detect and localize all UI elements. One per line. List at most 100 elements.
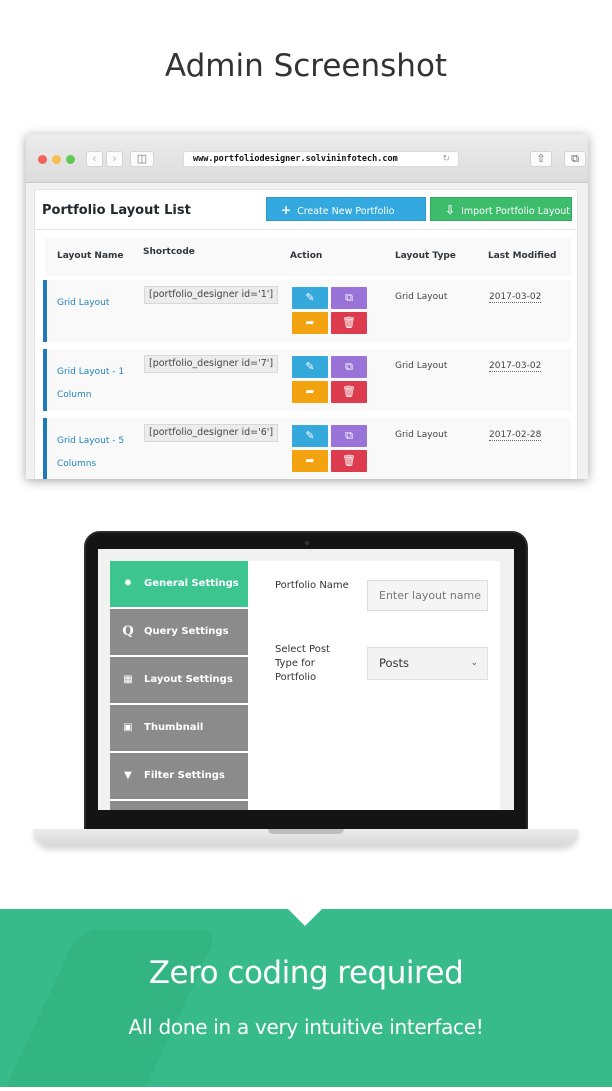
portfolio-name-label: Portfolio Name (275, 580, 349, 591)
duplicate-icon: ⧉ (345, 430, 353, 442)
edit-button[interactable]: ✎ (292, 425, 328, 447)
url-text: www.portfoliodesigner.solvininfotech.com (193, 154, 398, 164)
table-row: Grid Layout - 1 Column [portfolio_design… (43, 349, 571, 411)
layout-name-link[interactable]: Grid Layout (57, 292, 137, 315)
import-layout-button[interactable]: ⇩ Import Portfolio Layout (430, 197, 572, 221)
layout-name-line1: Grid Layout (57, 298, 110, 308)
post-type-value: Posts (379, 656, 410, 670)
duplicate-icon: ⧉ (345, 361, 353, 373)
sidebar-item-label: Layout Settings (144, 674, 233, 685)
share-button[interactable]: ⇧ (530, 151, 552, 167)
shortcode-field[interactable]: [portfolio_designer id='6'] (144, 424, 279, 442)
layout-name-line1: Grid Layout - 1 (57, 367, 125, 377)
maximize-window-button[interactable] (66, 155, 75, 164)
close-window-button[interactable] (38, 155, 47, 164)
export-button[interactable]: ➦ (292, 450, 328, 472)
duplicate-button[interactable]: ⧉ (331, 287, 367, 309)
brush-stroke-decoration (0, 929, 220, 1087)
share-icon: ⇧ (536, 153, 546, 165)
url-bar[interactable]: www.portfoliodesigner.solvininfotech.com… (183, 151, 459, 167)
layout-name-line1: Grid Layout - 5 (57, 436, 125, 446)
edit-button[interactable]: ✎ (292, 287, 328, 309)
reload-icon[interactable]: ↻ (442, 152, 450, 166)
create-layout-button[interactable]: + Create New Portfolio Layout (266, 197, 426, 241)
pencil-icon: ✎ (305, 292, 315, 304)
post-type-select[interactable]: Posts ⌄ (367, 647, 488, 680)
feature-banner: Zero coding required All done in a very … (0, 909, 612, 1087)
pencil-icon: ✎ (305, 361, 315, 373)
duplicate-icon: ⧉ (345, 292, 353, 304)
duplicate-button[interactable]: ⧉ (331, 425, 367, 447)
sidebar-item-label: Query Settings (144, 626, 229, 637)
minimize-window-button[interactable] (52, 155, 61, 164)
sidebar-toggle-button[interactable]: ◫ (130, 151, 154, 167)
trash-icon: 🗑 (342, 386, 356, 398)
export-icon: ➦ (305, 317, 315, 329)
column-header-layout-name[interactable]: Layout Name (57, 251, 124, 261)
back-button[interactable]: ‹ (86, 151, 103, 167)
chevron-down-icon: ⌄ (470, 658, 478, 668)
banner-subtitle: All done in a very intuitive interface! (128, 1015, 484, 1039)
delete-button[interactable]: 🗑 (331, 312, 367, 334)
banner-pointer (288, 909, 322, 926)
last-modified: 2017-03-02 (489, 361, 542, 372)
sidebar-item-thumbnail-settings[interactable]: ▣ Thumbnail Settings (110, 705, 248, 779)
create-layout-label: Create New Portfolio Layout (281, 206, 395, 241)
sidebar-item-general-settings[interactable]: ✹ General Settings (110, 561, 248, 607)
grid-icon: ▦ (123, 674, 133, 685)
trash-icon: 🗑 (342, 455, 356, 467)
layout-type: Grid Layout (395, 361, 448, 371)
settings-page: ✹ General Settings Q Query Settings ▦ La… (110, 561, 500, 810)
column-header-layout-type[interactable]: Layout Type (395, 251, 456, 261)
portfolio-name-input[interactable]: Enter layout name (367, 580, 488, 611)
shortcode-field[interactable]: [portfolio_designer id='1'] (144, 286, 279, 304)
layout-name-line2: Column (57, 390, 92, 400)
laptop-notch (268, 829, 344, 834)
filter-icon: ▼ (124, 770, 132, 781)
export-icon: ➦ (305, 386, 315, 398)
column-header-action: Action (290, 251, 323, 261)
table-row: Grid Layout [portfolio_designer id='1'] … (43, 280, 571, 342)
export-icon: ➦ (305, 455, 315, 467)
panel-title: Portfolio Layout List (42, 203, 191, 218)
export-button[interactable]: ➦ (292, 312, 328, 334)
export-button[interactable]: ➦ (292, 381, 328, 403)
sidebar-icon: ◫ (136, 153, 148, 165)
last-modified: 2017-03-02 (489, 292, 542, 303)
panel-header: Portfolio Layout List + Create New Portfo… (35, 190, 577, 241)
sidebar-item-label: Filter Settings (144, 770, 225, 781)
download-icon: ⇩ (445, 203, 456, 217)
sidebar-item-layout-settings[interactable]: ▦ Layout Settings (110, 657, 248, 703)
browser-window: ‹ › ◫ www.portfoliodesigner.solvininfote… (26, 134, 588, 479)
trash-icon: 🗑 (342, 317, 356, 329)
shortcode-field[interactable]: [portfolio_designer id='7'] (144, 355, 279, 373)
edit-button[interactable]: ✎ (292, 356, 328, 378)
last-modified: 2017-02-28 (489, 430, 542, 441)
table-row: Grid Layout - 5 Columns [portfolio_desig… (43, 418, 571, 479)
duplicate-button[interactable]: ⧉ (331, 356, 367, 378)
delete-button[interactable]: 🗑 (331, 450, 367, 472)
tabs-button[interactable]: ⧉ (564, 151, 586, 167)
forward-button[interactable]: › (106, 151, 123, 167)
table-header: Layout Name Shortcode Action Layout Type… (45, 238, 571, 276)
image-icon: ▣ (123, 722, 133, 733)
chevron-right-icon: › (112, 153, 117, 165)
sidebar-item-more[interactable] (110, 801, 248, 810)
pencil-icon: ✎ (305, 430, 315, 442)
laptop-screen: ✹ General Settings Q Query Settings ▦ La… (98, 549, 514, 810)
layout-name-line2: Columns (57, 459, 97, 469)
gear-icon: ✹ (123, 578, 133, 589)
query-icon: Q (122, 624, 134, 639)
post-type-label: Select Post Type for Portfolio (275, 644, 330, 683)
column-header-last-modified[interactable]: Last Modified (488, 251, 556, 261)
tabs-icon: ⧉ (571, 153, 579, 165)
layout-list-panel: Portfolio Layout List + Create New Portfo… (34, 189, 578, 479)
sidebar-item-query-settings[interactable]: Q Query Settings (110, 609, 248, 655)
browser-toolbar: ‹ › ◫ www.portfoliodesigner.solvininfote… (26, 134, 588, 183)
sidebar-item-filter-settings[interactable]: ▼ Filter Settings (110, 753, 248, 799)
layout-name-link[interactable]: Grid Layout - 5 Columns (57, 430, 137, 476)
layout-name-link[interactable]: Grid Layout - 1 Column (57, 361, 137, 407)
delete-button[interactable]: 🗑 (331, 381, 367, 403)
sidebar-item-label: General Settings (144, 578, 239, 589)
column-header-shortcode[interactable]: Shortcode (143, 247, 195, 257)
